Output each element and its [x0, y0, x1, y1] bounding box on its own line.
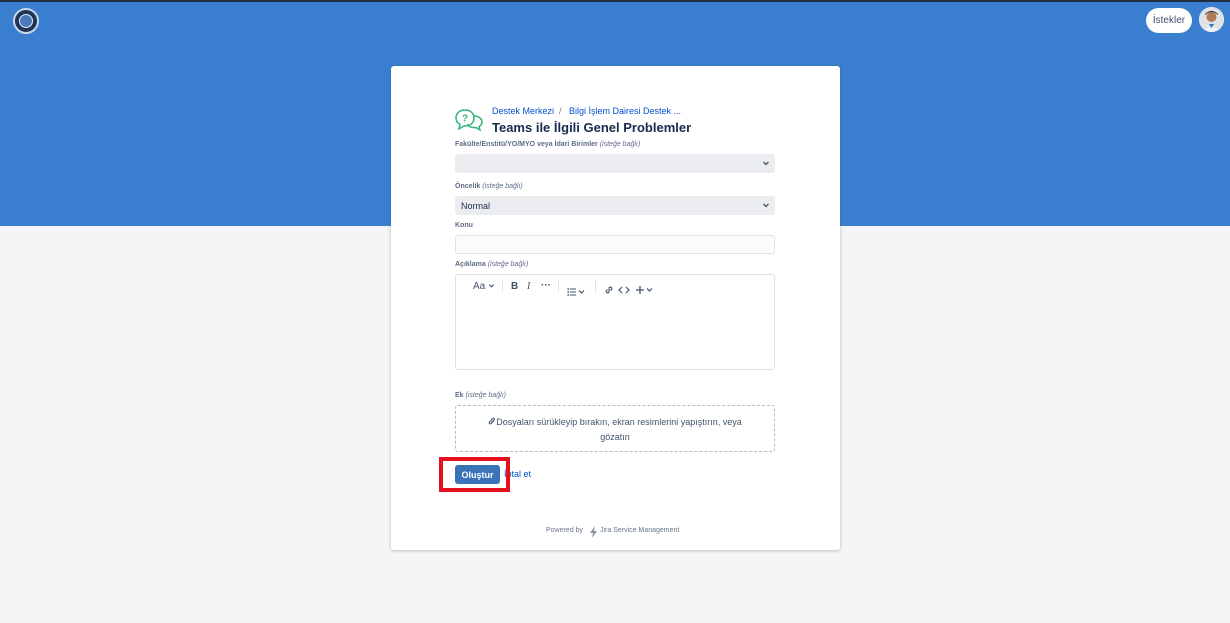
jira-service-management-link[interactable]: Jira Service Management: [600, 527, 679, 534]
highlight-box: [439, 457, 510, 492]
subject-label: Konu: [455, 222, 473, 229]
powered-by-text: Powered by: [546, 527, 583, 534]
description-editor[interactable]: [455, 274, 775, 370]
priority-label: Öncelik (isteğe bağlı): [455, 183, 523, 190]
toolbar-divider: [558, 281, 559, 292]
attachment-label: Ek (isteğe bağlı): [455, 392, 506, 399]
subject-input[interactable]: [455, 235, 775, 254]
chevron-down-icon: [763, 203, 769, 208]
breadcrumb-help-center[interactable]: Destek Merkezi: [492, 106, 554, 116]
code-icon[interactable]: [618, 282, 630, 300]
requests-button[interactable]: İstekler: [1146, 8, 1192, 33]
priority-value: Normal: [461, 200, 491, 211]
toolbar-divider: [595, 281, 596, 292]
bold-button[interactable]: B: [511, 281, 518, 292]
breadcrumb-service-desk[interactable]: Bilgi İşlem Dairesi Destek ...: [569, 106, 681, 116]
toolbar-divider: [502, 281, 503, 292]
breadcrumb-separator: /: [559, 106, 562, 116]
priority-select[interactable]: Normal: [455, 196, 775, 215]
help-bubble-icon: ?: [454, 108, 484, 132]
text-style-button[interactable]: Aa: [473, 281, 495, 292]
paperclip-icon: [488, 417, 496, 425]
insert-plus-icon[interactable]: [635, 282, 654, 300]
italic-button[interactable]: I: [527, 281, 530, 292]
user-avatar-icon[interactable]: [1199, 7, 1224, 32]
university-logo-icon[interactable]: [13, 8, 39, 34]
faculty-label: Fakülte/Enstitü/YO/MYO veya İdari Biriml…: [455, 141, 641, 148]
chevron-down-icon: [488, 284, 495, 288]
attachment-dropzone[interactable]: Dosyaları sürükleyip bırakın, ekran resi…: [455, 405, 775, 452]
page-title: Teams ile İlgili Genel Problemler: [492, 120, 692, 135]
more-formatting-button[interactable]: ···: [541, 280, 551, 291]
faculty-select[interactable]: [455, 154, 775, 173]
chevron-down-icon: [763, 161, 769, 166]
description-label: Açıklama (isteğe bağlı): [455, 261, 529, 268]
jira-lightning-icon: [589, 525, 598, 543]
svg-text:?: ?: [462, 114, 468, 125]
bullet-list-icon[interactable]: [567, 283, 585, 301]
link-icon[interactable]: [604, 282, 614, 300]
